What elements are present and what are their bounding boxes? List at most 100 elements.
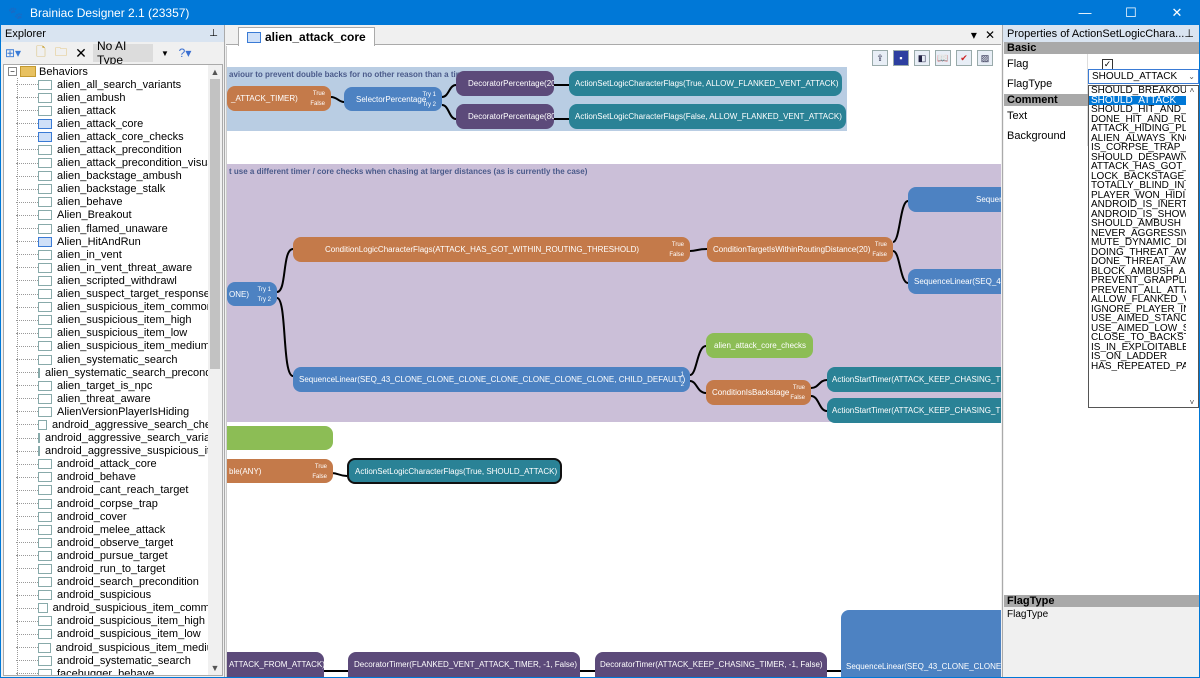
node-action-flags-true-vent[interactable]: ActionSetLogicCharacterFlags(True, ALLOW… [569, 71, 842, 96]
tree-item[interactable]: android_behave [4, 471, 222, 484]
dropdown-option[interactable]: USE_AIMED_LOW_ST [1089, 324, 1186, 334]
tree-item[interactable]: alien_threat_aware [4, 392, 222, 405]
node-action-flags-false-vent[interactable]: ActionSetLogicCharacterFlags(False, ALLO… [569, 104, 846, 129]
pin-icon[interactable]: ⊥ [1184, 27, 1194, 40]
tree-item[interactable]: android_aggressive_search_check [4, 418, 222, 431]
help-icon[interactable]: ?▾ [177, 45, 193, 61]
dropdown-option[interactable]: PLAYER_WON_HIDING [1089, 191, 1186, 201]
dropdown-option[interactable]: PREVENT_GRAPPLES [1089, 276, 1186, 286]
node-bottom-decorator-flanked[interactable]: DecoratorTimer(FLANKED_VENT_ATTACK_TIMER… [348, 652, 580, 677]
tree-item[interactable]: android_search_precondition [4, 576, 222, 589]
tree-item[interactable]: alien_backstage_stalk [4, 183, 222, 196]
scrollbar-thumb[interactable] [210, 79, 220, 369]
dropdown-option[interactable]: BLOCK_AMBUSH_AND [1089, 267, 1186, 277]
node-selector-percentage[interactable]: SelectorPercentage Try 1 Try 2 [344, 87, 442, 111]
flag-checkbox[interactable]: ✓ [1102, 58, 1113, 70]
tree-item[interactable]: android_suspicious_item_medium [4, 641, 222, 654]
node-selector-left[interactable]: ONE) Try 1 Try 2 [227, 282, 277, 306]
image-icon[interactable]: ▨ [977, 50, 993, 66]
node-bottom-sequence-linear[interactable]: SequenceLinear(SEQ_43_CLONE_CLONE_C [841, 610, 1001, 677]
tree-item[interactable]: android_corpse_trap [4, 497, 222, 510]
dropdown-option[interactable]: SHOULD_BREAKOUT [1089, 86, 1186, 96]
tree-item[interactable]: alien_target_is_npc [4, 379, 222, 392]
tree-item[interactable]: alien_flamed_unaware [4, 222, 222, 235]
dropdown-option[interactable]: SHOULD_HIT_AND_RUN [1089, 105, 1186, 115]
tree-item[interactable]: alien_systematic_search [4, 353, 222, 366]
save-icon[interactable]: ▪ [893, 50, 909, 66]
dropdown-option[interactable]: DOING_THREAT_AWA [1089, 248, 1186, 258]
dropdown-option[interactable]: HAS_REPEATED_PAT [1089, 362, 1186, 372]
dropdown-option[interactable]: ALIEN_ALWAYS_KNOWS [1089, 134, 1186, 144]
tree-item[interactable]: alien_suspicious_item_low [4, 327, 222, 340]
tree-item[interactable]: android_suspicious_item_high [4, 615, 222, 628]
collapse-icon[interactable]: − [8, 67, 17, 76]
close-window-button[interactable]: ✕ [1154, 0, 1200, 25]
tree-item[interactable]: alien_suspect_target_response [4, 288, 222, 301]
node-action-start-timer-1[interactable]: ActionStartTimer(ATTACK_KEEP_CHASING_TIM [827, 367, 1001, 392]
tree-item[interactable]: android_aggressive_suspicious_item [4, 445, 222, 458]
node-sequence-linear-right[interactable]: SequenceLinear(SEQ_43_ [908, 269, 1001, 294]
tree-item[interactable]: alien_suspicious_item_medium [4, 340, 222, 353]
tab-list-dropdown-icon[interactable]: ▾ [971, 28, 977, 42]
tree-item[interactable]: android_melee_attack [4, 523, 222, 536]
tree-root-behaviors[interactable]: − Behaviors [4, 65, 222, 78]
node-sequence-top-right[interactable]: Sequen [908, 187, 1001, 212]
dropdown-option[interactable]: IS_CORPSE_TRAP_ON [1089, 143, 1186, 153]
dropdown-option[interactable]: ANDROID_IS_SHOWR [1089, 210, 1186, 220]
tree-item[interactable]: android_suspicious [4, 589, 222, 602]
node-condition-any[interactable]: ble(ANY) True False [227, 459, 333, 483]
tree-item[interactable]: android_attack_core [4, 458, 222, 471]
tree-item[interactable]: alien_suspicious_item_common [4, 301, 222, 314]
delete-icon[interactable]: ✕ [73, 45, 89, 61]
tree-item[interactable]: facehugger_behave [4, 667, 222, 675]
tree-item[interactable]: android_observe_target [4, 536, 222, 549]
report-icon[interactable]: ✔ [956, 50, 972, 66]
tree-item[interactable]: android_systematic_search [4, 654, 222, 667]
tab-alien-attack-core[interactable]: alien_attack_core [238, 27, 375, 46]
tree-item[interactable]: alien_suspicious_item_high [4, 314, 222, 327]
dropdown-option[interactable]: DONE_HIT_AND_RUN [1089, 115, 1186, 125]
maximize-button[interactable]: ☐ [1108, 0, 1154, 25]
node-attack-timer-condition[interactable]: _ATTACK_TIMER) True False [227, 86, 331, 111]
explorer-scrollbar[interactable]: ▲ ▼ [208, 65, 222, 675]
node-decorator-percentage-20[interactable]: DecoratorPercentage(20) [456, 71, 554, 96]
dropdown-option[interactable]: SHOULD_DESPAWN [1089, 153, 1186, 163]
dropdown-option[interactable]: TOTALLY_BLIND_IN_D [1089, 181, 1186, 191]
dropdown-option[interactable]: USE_AIMED_STANCE_ [1089, 314, 1186, 324]
node-condition-routing-distance[interactable]: ConditionTargetIsWithinRoutingDistance(2… [707, 237, 893, 262]
pin-icon[interactable]: ⊥ [209, 28, 218, 39]
tree-item[interactable]: alien_attack [4, 104, 222, 117]
dropdown-option[interactable]: DONE_THREAT_AWAI [1089, 257, 1186, 267]
export-icon[interactable]: ⇪ [872, 50, 888, 66]
behavior-canvas[interactable]: aviour to prevent double backs for no ot… [226, 46, 1001, 677]
tree-item[interactable]: alien_attack_core_checks [4, 130, 222, 143]
tree-item[interactable]: android_suspicious_item_low [4, 628, 222, 641]
tree-item[interactable]: alien_attack_precondition_visual [4, 157, 222, 170]
node-green-partial[interactable] [227, 426, 333, 450]
node-ref-core-checks[interactable]: alien_attack_core_checks [706, 333, 813, 358]
tree-item[interactable]: android_cover [4, 510, 222, 523]
tree-item[interactable]: alien_scripted_withdrawl [4, 274, 222, 287]
tree-item[interactable]: AlienVersionPlayerIsHiding [4, 405, 222, 418]
dropdown-option[interactable]: CLOSE_TO_BACKSTAG [1089, 333, 1186, 343]
minimize-button[interactable]: — [1062, 0, 1108, 25]
close-tab-icon[interactable]: ✕ [985, 28, 995, 42]
tree-item[interactable]: alien_ambush [4, 91, 222, 104]
tree-item[interactable]: android_suspicious_item_common [4, 602, 222, 615]
dropdown-scrollbar[interactable]: ˄ ˅ [1186, 86, 1198, 407]
category-basic[interactable]: Basic [1004, 42, 1199, 54]
tree-item[interactable]: android_cant_reach_target [4, 484, 222, 497]
dropdown-option[interactable]: SHOULD_ATTACK [1089, 95, 1186, 105]
chevron-down-icon[interactable]: ⌄ [1188, 72, 1195, 81]
tree-item[interactable]: Alien_HitAndRun [4, 235, 222, 248]
node-action-start-timer-2[interactable]: ActionStartTimer(ATTACK_KEEP_CHASING_TIM [827, 398, 1001, 423]
new-behavior-icon[interactable]: 🗋 [33, 45, 49, 61]
tree-view-dropdown-icon[interactable]: ⊞▾ [5, 45, 21, 61]
node-condition-routing-threshold[interactable]: ConditionLogicCharacterFlags(ATTACK_HAS_… [293, 237, 690, 262]
dropdown-option[interactable]: ATTACK_HIDING_PLAYER [1089, 124, 1186, 134]
dropdown-option[interactable]: ANDROID_IS_INERT [1089, 200, 1186, 210]
dropdown-option[interactable]: PREVENT_ALL_ATTAC [1089, 286, 1186, 296]
tree-item[interactable]: alien_attack_core [4, 117, 222, 130]
node-bottom-attack-from-attack[interactable]: ATTACK_FROM_ATTACK) [227, 652, 324, 677]
tree-item[interactable]: android_pursue_target [4, 549, 222, 562]
